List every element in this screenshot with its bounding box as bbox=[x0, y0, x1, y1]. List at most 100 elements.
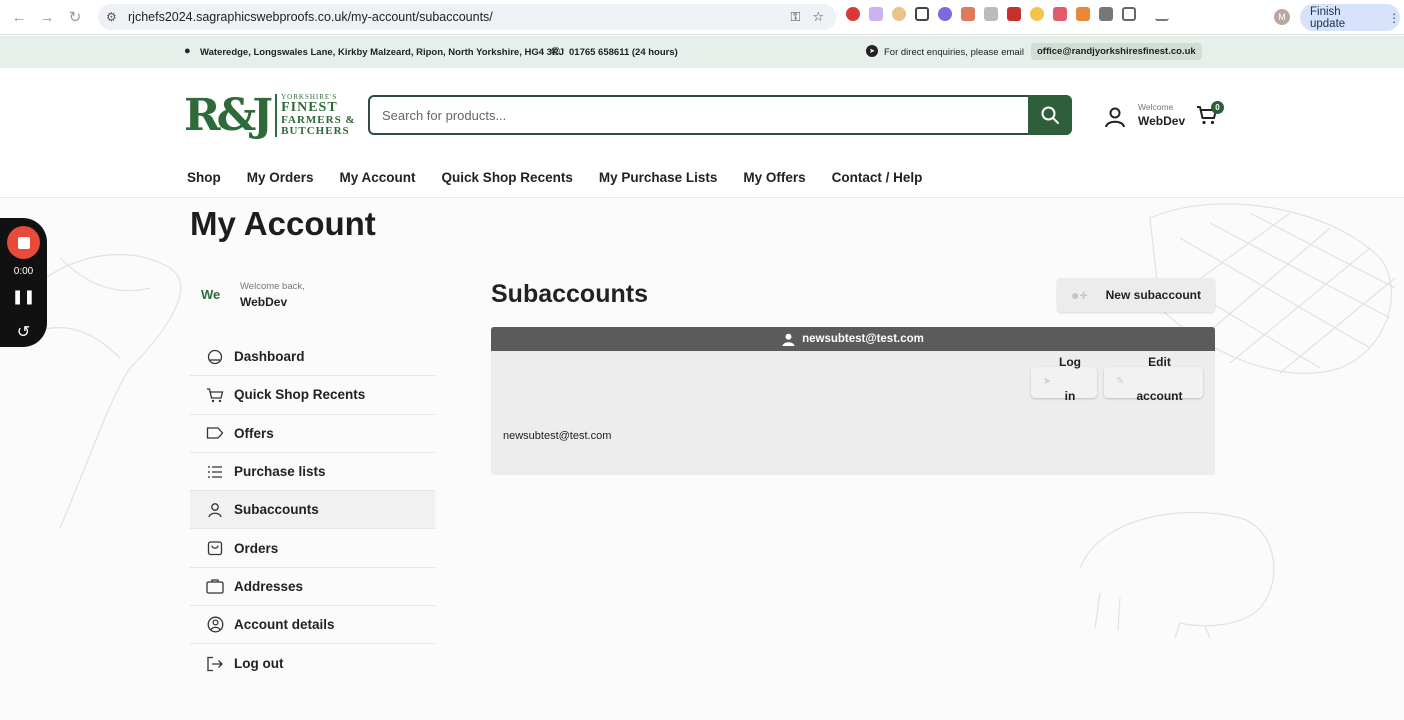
send-icon: ➤ bbox=[866, 45, 878, 57]
log-in-button[interactable]: ➤ Log in bbox=[1031, 355, 1097, 403]
extension-camera-icon[interactable] bbox=[984, 7, 998, 21]
sidebar-item-label: Purchase lists bbox=[234, 464, 326, 480]
main-navigation: Shop My Orders My Account Quick Shop Rec… bbox=[187, 170, 922, 185]
site-logo[interactable]: R&J YORKSHIRE'S FINEST FARMERS & BUTCHER… bbox=[184, 90, 356, 141]
product-search bbox=[368, 95, 1072, 135]
extensions-bar bbox=[846, 7, 1169, 21]
log-in-label-line-2: in bbox=[1064, 389, 1076, 403]
subaccount-email: newsubtest@test.com bbox=[503, 430, 612, 442]
logo-line-4: BUTCHERS bbox=[281, 125, 350, 137]
extension-b-icon[interactable] bbox=[1099, 7, 1113, 21]
account-sidebar-menu: Dashboard Quick Shop Recents Offers Purc… bbox=[190, 338, 435, 683]
site-header: R&J YORKSHIRE'S FINEST FARMERS & BUTCHER… bbox=[0, 68, 1404, 198]
sidebar-item-label: Log out bbox=[234, 656, 284, 672]
extension-pdf-icon[interactable] bbox=[1007, 7, 1021, 21]
welcome-back-block: Welcome back, WebDev bbox=[240, 281, 305, 309]
nav-my-offers[interactable]: My Offers bbox=[743, 170, 805, 185]
bookmark-star-icon[interactable]: ☆ bbox=[812, 9, 824, 25]
sidebar-item-purchase-lists[interactable]: Purchase lists bbox=[190, 453, 435, 492]
sidebar-item-offers[interactable]: Offers bbox=[190, 415, 435, 453]
logo-tagline: YORKSHIRE'S FINEST FARMERS & BUTCHERS bbox=[275, 94, 355, 137]
sidebar-item-label: Orders bbox=[234, 540, 279, 556]
browser-toolbar: ← → ↻ ⚙ rjchefs2024.sagraphicswebproofs.… bbox=[0, 0, 1404, 35]
extension-fox-icon[interactable] bbox=[1076, 7, 1090, 21]
profile-avatar[interactable]: M bbox=[1274, 9, 1290, 25]
welcome-user[interactable]: Welcome WebDev bbox=[1138, 102, 1185, 128]
screen-recorder-widget: 0:00 ❚❚ ↺ bbox=[0, 218, 47, 347]
subaccount-card-header: newsubtest@test.com bbox=[491, 327, 1215, 351]
search-button[interactable] bbox=[1028, 95, 1072, 135]
back-arrow-icon[interactable]: ← bbox=[6, 4, 32, 30]
extension-pen-icon[interactable] bbox=[869, 7, 883, 21]
pause-icon[interactable]: ❚❚ bbox=[0, 288, 47, 305]
nav-my-orders[interactable]: My Orders bbox=[247, 170, 314, 185]
cart-icon bbox=[206, 387, 224, 403]
sidebar-item-label: Offers bbox=[234, 425, 274, 441]
reload-icon[interactable]: ↻ bbox=[62, 4, 88, 30]
edit-account-label-line-1: Edit bbox=[1148, 355, 1171, 369]
sidebar-item-label: Subaccounts bbox=[234, 502, 319, 518]
extension-gear-icon[interactable] bbox=[938, 7, 952, 21]
new-subaccount-label: New subaccount bbox=[1105, 288, 1201, 302]
url-text[interactable]: rjchefs2024.sagraphicswebproofs.co.uk/my… bbox=[128, 10, 493, 24]
extension-gift-icon[interactable] bbox=[961, 7, 975, 21]
search-icon bbox=[1041, 106, 1059, 124]
finish-update-button[interactable]: Finish update ⋮ bbox=[1300, 4, 1400, 31]
extension-crop-icon[interactable] bbox=[915, 7, 929, 21]
sidebar-item-account-details[interactable]: Account details bbox=[190, 606, 435, 645]
sidebar-item-quick-shop-recents[interactable]: Quick Shop Recents bbox=[190, 376, 435, 415]
phone-number[interactable]: 01765 658611 (24 hours) bbox=[569, 47, 678, 58]
nav-my-purchase-lists[interactable]: My Purchase Lists bbox=[599, 170, 718, 185]
logo-mark: R&J bbox=[184, 90, 273, 141]
list-icon bbox=[206, 465, 224, 479]
forward-arrow-icon[interactable]: → bbox=[34, 4, 60, 30]
enquiries-email-link[interactable]: office@randjyorkshiresfinest.co.uk bbox=[1031, 43, 1202, 60]
account-user-icon[interactable] bbox=[1104, 106, 1126, 128]
nav-contact-help[interactable]: Contact / Help bbox=[832, 170, 923, 185]
nav-my-account[interactable]: My Account bbox=[340, 170, 416, 185]
extension-smiley-icon[interactable] bbox=[1030, 7, 1044, 21]
tag-icon bbox=[206, 426, 224, 440]
edit-account-label-line-2: account bbox=[1136, 389, 1183, 403]
record-stop-button[interactable] bbox=[7, 226, 40, 259]
user-circle-icon bbox=[206, 616, 224, 633]
stop-icon bbox=[17, 236, 30, 249]
enquiries-label: For direct enquiries, please email bbox=[884, 47, 1024, 58]
user-icon bbox=[206, 502, 224, 518]
subaccount-card: newsubtest@test.com ➤ Log in ✎ Edit acco… bbox=[491, 327, 1215, 475]
logout-icon bbox=[206, 656, 224, 672]
contact-info-bar: ● Wateredge, Longswales Lane, Kirkby Mal… bbox=[0, 36, 1404, 68]
sidebar-item-label: Quick Shop Recents bbox=[234, 387, 366, 403]
log-in-label-line-1: Log bbox=[1059, 355, 1081, 369]
recording-timer: 0:00 bbox=[13, 266, 34, 277]
sidebar-item-dashboard[interactable]: Dashboard bbox=[190, 338, 435, 377]
phone-icon: ✆ bbox=[551, 46, 561, 58]
sidebar-item-subaccounts[interactable]: Subaccounts bbox=[190, 491, 435, 530]
address-bar[interactable]: ⚙ rjchefs2024.sagraphicswebproofs.co.uk/… bbox=[98, 4, 836, 30]
edit-account-button[interactable]: ✎ Edit account bbox=[1104, 355, 1203, 403]
sidebar-item-addresses[interactable]: Addresses bbox=[190, 568, 435, 607]
restart-icon[interactable]: ↺ bbox=[0, 322, 47, 342]
welcome-label: Welcome bbox=[1138, 102, 1174, 112]
briefcase-icon bbox=[206, 578, 224, 595]
new-subaccount-button[interactable]: ●+ New subaccount bbox=[1057, 278, 1215, 312]
extensions-puzzle-icon[interactable] bbox=[1122, 7, 1136, 21]
page-title: My Account bbox=[190, 205, 376, 242]
site-settings-icon[interactable]: ⚙ bbox=[106, 10, 126, 24]
shopping-bag-icon bbox=[206, 540, 224, 556]
sidebar-item-orders[interactable]: Orders bbox=[190, 529, 435, 568]
extension-opera-icon[interactable] bbox=[846, 7, 860, 21]
add-user-icon: ●+ bbox=[1071, 287, 1088, 303]
download-icon[interactable] bbox=[1155, 7, 1169, 21]
nav-quick-shop-recents[interactable]: Quick Shop Recents bbox=[442, 170, 573, 185]
nav-shop[interactable]: Shop bbox=[187, 170, 221, 185]
search-input[interactable] bbox=[370, 97, 1028, 133]
extension-cookie-icon[interactable] bbox=[892, 7, 906, 21]
kebab-menu-icon[interactable]: ⋮ bbox=[1389, 11, 1401, 25]
sidebar-item-log-out[interactable]: Log out bbox=[190, 644, 435, 682]
extension-shield-icon[interactable] bbox=[1053, 7, 1067, 21]
subaccount-header-email: newsubtest@test.com bbox=[802, 333, 924, 345]
password-key-icon[interactable]: ⚿ bbox=[790, 9, 800, 25]
user-initials-avatar: We bbox=[201, 287, 221, 302]
sidebar-item-label: Account details bbox=[234, 617, 335, 633]
